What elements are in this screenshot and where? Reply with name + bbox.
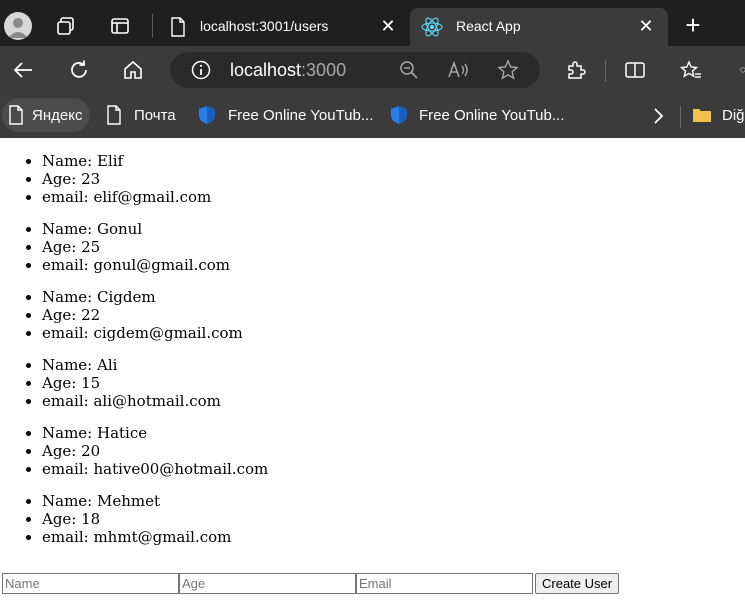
create-user-button[interactable]: Create User bbox=[535, 573, 620, 594]
user-email: email: cigdem@gmail.com bbox=[42, 324, 745, 342]
user-email: email: hative00@hotmail.com bbox=[42, 460, 745, 478]
email-input[interactable] bbox=[356, 573, 533, 594]
browser-essentials-icon[interactable] bbox=[732, 58, 745, 82]
bookmark-label: Diğ bbox=[722, 106, 745, 124]
user-entry: Name: Mehmet Age: 18 email: mhmt@gmail.c… bbox=[0, 492, 745, 546]
user-email: email: elif@gmail.com bbox=[42, 188, 745, 206]
tab-actions-icon[interactable] bbox=[106, 14, 134, 38]
page-icon bbox=[168, 16, 188, 38]
url-host: localhost bbox=[230, 60, 302, 80]
bookmark-pochta[interactable]: Почта bbox=[106, 98, 176, 132]
read-aloud-icon[interactable] bbox=[446, 59, 470, 81]
user-name: Name: Cigdem bbox=[42, 288, 745, 306]
plus-icon: + bbox=[685, 10, 701, 40]
toolbar-divider bbox=[605, 60, 606, 82]
bookmark-yandex[interactable]: Яндекс bbox=[2, 98, 91, 132]
user-age: Age: 15 bbox=[42, 374, 745, 392]
back-button[interactable] bbox=[10, 58, 36, 82]
favorites-bar: Яндекс Почта Free Online YouTub... Free … bbox=[0, 94, 745, 138]
user-email: email: gonul@gmail.com bbox=[42, 256, 745, 274]
url-text[interactable]: localhost:3000 bbox=[230, 60, 346, 81]
url-port: :3000 bbox=[301, 60, 347, 80]
user-entry: Name: Cigdem Age: 22 email: cigdem@gmail… bbox=[0, 288, 745, 342]
user-entry: Name: Hatice Age: 20 email: hative00@hot… bbox=[0, 424, 745, 478]
extensions-icon[interactable] bbox=[563, 58, 589, 82]
page-content: Name: Elif Age: 23 email: elif@gmail.com… bbox=[0, 138, 745, 609]
user-name: Name: Elif bbox=[42, 152, 745, 170]
user-age: Age: 20 bbox=[42, 442, 745, 460]
page-icon bbox=[9, 105, 23, 125]
tab-bar: localhost:3001/users ✕ React App ✕ + bbox=[0, 0, 745, 46]
page-icon bbox=[107, 105, 121, 125]
navigation-toolbar: localhost:3000 bbox=[0, 46, 745, 94]
user-age: Age: 22 bbox=[42, 306, 745, 324]
name-input[interactable] bbox=[2, 573, 179, 594]
user-entry: Name: Ali Age: 15 email: ali@hotmail.com bbox=[0, 356, 745, 410]
user-name: Name: Hatice bbox=[42, 424, 745, 442]
close-tab-icon[interactable]: ✕ bbox=[636, 16, 656, 36]
tab-label: localhost:3001/users bbox=[200, 18, 329, 34]
user-email: email: ali@hotmail.com bbox=[42, 392, 745, 410]
shield-icon bbox=[391, 106, 407, 124]
address-bar[interactable]: localhost:3000 bbox=[170, 52, 540, 88]
user-name: Name: Mehmet bbox=[42, 492, 745, 510]
user-entry: Name: Elif Age: 23 email: elif@gmail.com bbox=[0, 152, 745, 206]
react-logo-icon bbox=[420, 16, 444, 38]
home-icon bbox=[124, 60, 142, 79]
refresh-icon bbox=[71, 60, 87, 78]
bookmark-label: Почта bbox=[134, 106, 176, 124]
arrow-left-icon bbox=[13, 62, 32, 78]
bookmark-label: Free Online YouTub... bbox=[228, 106, 374, 124]
tab-react-app[interactable]: React App ✕ bbox=[410, 8, 668, 46]
favorite-star-icon[interactable] bbox=[496, 59, 520, 81]
user-age: Age: 25 bbox=[42, 238, 745, 256]
new-tab-button[interactable]: + bbox=[680, 12, 706, 38]
bookmark-other-folder[interactable]: Diğ bbox=[692, 98, 745, 132]
create-user-form: Create User bbox=[2, 573, 620, 594]
tab-divider bbox=[152, 14, 153, 38]
age-input[interactable] bbox=[179, 573, 356, 594]
shield-icon bbox=[199, 106, 215, 124]
tab-label: React App bbox=[456, 18, 521, 34]
close-tab-icon[interactable]: ✕ bbox=[378, 16, 398, 36]
bookmark-youtube-2[interactable]: Free Online YouTub... bbox=[390, 98, 564, 132]
refresh-button[interactable] bbox=[66, 58, 92, 82]
chevron-right-icon bbox=[654, 108, 664, 124]
bookmarks-divider bbox=[680, 106, 681, 128]
bookmark-label: Яндекс bbox=[32, 106, 83, 124]
tab-users[interactable]: localhost:3001/users ✕ bbox=[160, 8, 410, 46]
user-age: Age: 23 bbox=[42, 170, 745, 188]
user-email: email: mhmt@gmail.com bbox=[42, 528, 745, 546]
split-screen-icon[interactable] bbox=[622, 58, 648, 82]
user-name: Name: Ali bbox=[42, 356, 745, 374]
more-bookmarks-button[interactable] bbox=[648, 106, 668, 126]
favorites-icon[interactable] bbox=[678, 58, 704, 82]
info-icon[interactable] bbox=[190, 59, 212, 81]
user-name: Name: Gonul bbox=[42, 220, 745, 238]
profile-avatar[interactable] bbox=[4, 12, 32, 40]
user-list: Name: Elif Age: 23 email: elif@gmail.com… bbox=[0, 152, 745, 546]
workspaces-icon[interactable] bbox=[52, 14, 80, 38]
user-entry: Name: Gonul Age: 25 email: gonul@gmail.c… bbox=[0, 220, 745, 274]
bookmark-label: Free Online YouTub... bbox=[419, 106, 565, 124]
user-age: Age: 18 bbox=[42, 510, 745, 528]
home-button[interactable] bbox=[120, 58, 146, 82]
folder-icon bbox=[693, 109, 711, 122]
zoom-out-icon[interactable] bbox=[398, 60, 420, 80]
person-icon bbox=[8, 18, 28, 38]
bookmark-youtube-1[interactable]: Free Online YouTub... bbox=[198, 98, 373, 132]
